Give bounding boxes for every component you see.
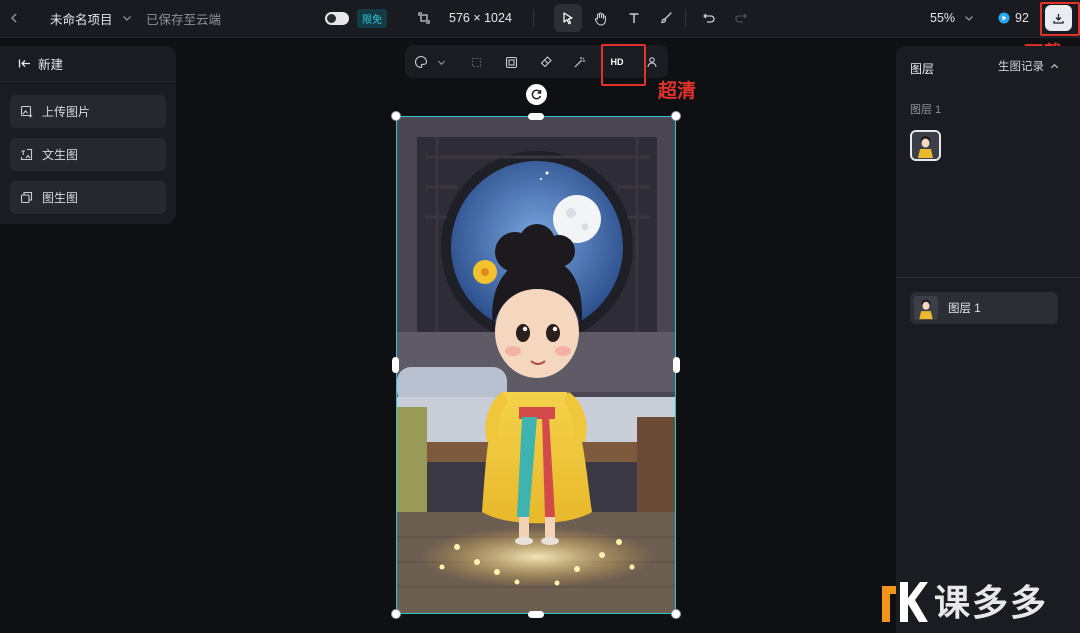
brush-icon <box>661 12 672 24</box>
cursor-arrow-icon <box>563 12 573 25</box>
resize-handle-top-left[interactable] <box>391 111 401 121</box>
color-picker-button[interactable] <box>411 52 431 72</box>
save-status: 已保存至云端 <box>146 12 222 27</box>
color-dropdown[interactable] <box>431 52 451 72</box>
crop-icon <box>471 57 481 67</box>
zoom-dropdown[interactable]: 55% <box>930 0 975 36</box>
left-panel: 新建 上传图片 文生图 图生图 <box>0 46 176 224</box>
magic-wand-icon <box>574 57 585 68</box>
hd-highlight-frame <box>601 44 646 86</box>
image-to-image-button[interactable]: 图生图 <box>10 181 166 214</box>
generated-image-illustration <box>397 117 675 613</box>
rotate-icon <box>531 89 542 100</box>
redo-button[interactable] <box>727 4 755 32</box>
generation-history-tab[interactable]: 生图记录 <box>998 58 1060 74</box>
chevron-down-icon <box>437 60 445 65</box>
magic-wand-button[interactable] <box>570 52 590 72</box>
thumbnail-image <box>914 296 938 320</box>
canvas-size-selector[interactable]: 576 × 1024 <box>417 0 512 36</box>
text-t-icon <box>629 13 639 23</box>
upload-image-icon <box>20 105 33 118</box>
redo-icon <box>735 13 747 23</box>
layers-title: 图层 <box>910 62 935 76</box>
hand-icon <box>594 11 606 26</box>
credits-count: 92 <box>1015 11 1029 25</box>
upload-image-label: 上传图片 <box>42 105 91 119</box>
layers-panel: 图层 生图记录 图层 1 图层 1 <box>896 46 1080 633</box>
canvas-size: 576 × 1024 <box>449 11 512 25</box>
expand-button[interactable] <box>501 52 521 72</box>
layer-group-label: 图层 1 <box>910 104 942 116</box>
palette-icon <box>415 55 428 69</box>
arrow-left-bar-icon <box>18 59 30 68</box>
back-button[interactable] <box>8 0 20 36</box>
resize-handle-bottom-right[interactable] <box>671 609 681 619</box>
new-label: 新建 <box>38 58 64 72</box>
eraser-icon <box>540 56 552 68</box>
watermark: 课多多 <box>882 572 1048 628</box>
text-to-image-label: 文生图 <box>42 148 79 162</box>
divider <box>685 9 686 27</box>
limited-free-badge: 限免 <box>357 8 387 28</box>
project-name: 未命名项目 <box>50 12 113 27</box>
layer-group-thumbnail[interactable] <box>910 130 941 161</box>
person-cutout-icon <box>647 57 657 68</box>
select-tool-button[interactable] <box>554 4 582 32</box>
limited-free-toggle[interactable] <box>325 11 349 25</box>
resize-icon <box>418 12 430 24</box>
layer-row[interactable]: 图层 1 <box>910 292 1058 324</box>
credits-display[interactable]: 92 <box>998 0 1029 36</box>
thumbnail-image <box>912 132 939 159</box>
credit-coin-icon <box>998 12 1010 24</box>
resize-handle-top-right[interactable] <box>671 111 681 121</box>
eraser-button[interactable] <box>536 52 556 72</box>
brush-tool-button[interactable] <box>652 4 680 32</box>
history-label: 生图记录 <box>998 61 1044 73</box>
expand-frame-icon <box>505 56 517 68</box>
layer-label: 图层 1 <box>948 303 981 315</box>
rotate-button[interactable] <box>526 84 547 105</box>
text-tool-button[interactable] <box>620 4 648 32</box>
zoom-level: 55% <box>930 11 956 25</box>
new-button[interactable]: 新建 <box>0 46 176 82</box>
text-to-image-icon <box>20 148 33 161</box>
panel-divider <box>896 277 1080 278</box>
undo-button[interactable] <box>695 4 723 32</box>
chevron-left-icon <box>10 13 17 23</box>
resize-handle-bottom-left[interactable] <box>391 609 401 619</box>
watermark-logo-icon <box>882 582 928 622</box>
hand-tool-button[interactable] <box>586 4 614 32</box>
layer-thumbnail <box>914 296 938 320</box>
resize-handle-left[interactable] <box>392 357 399 373</box>
image-to-image-icon <box>20 191 33 204</box>
resize-handle-right[interactable] <box>673 357 680 373</box>
download-highlight-frame <box>1040 2 1080 36</box>
text-to-image-button[interactable]: 文生图 <box>10 138 166 171</box>
crop-button[interactable] <box>466 52 486 72</box>
chevron-up-icon <box>1050 63 1059 68</box>
divider <box>533 9 534 27</box>
image-to-image-label: 图生图 <box>42 191 79 205</box>
undo-icon <box>703 13 715 23</box>
canvas-image[interactable] <box>396 116 676 614</box>
upload-image-button[interactable]: 上传图片 <box>10 95 166 128</box>
watermark-text: 课多多 <box>934 582 1049 623</box>
project-name-dropdown[interactable]: 未命名项目 <box>50 0 133 36</box>
chevron-down-icon <box>965 16 973 21</box>
top-bar: 未命名项目 已保存至云端 限免 576 × 1024 55% 92 <box>0 0 1080 38</box>
resize-handle-top[interactable] <box>528 113 544 120</box>
hd-annotation-label: 超清 <box>658 81 697 102</box>
chevron-down-icon <box>122 16 131 21</box>
resize-handle-bottom[interactable] <box>528 611 544 618</box>
